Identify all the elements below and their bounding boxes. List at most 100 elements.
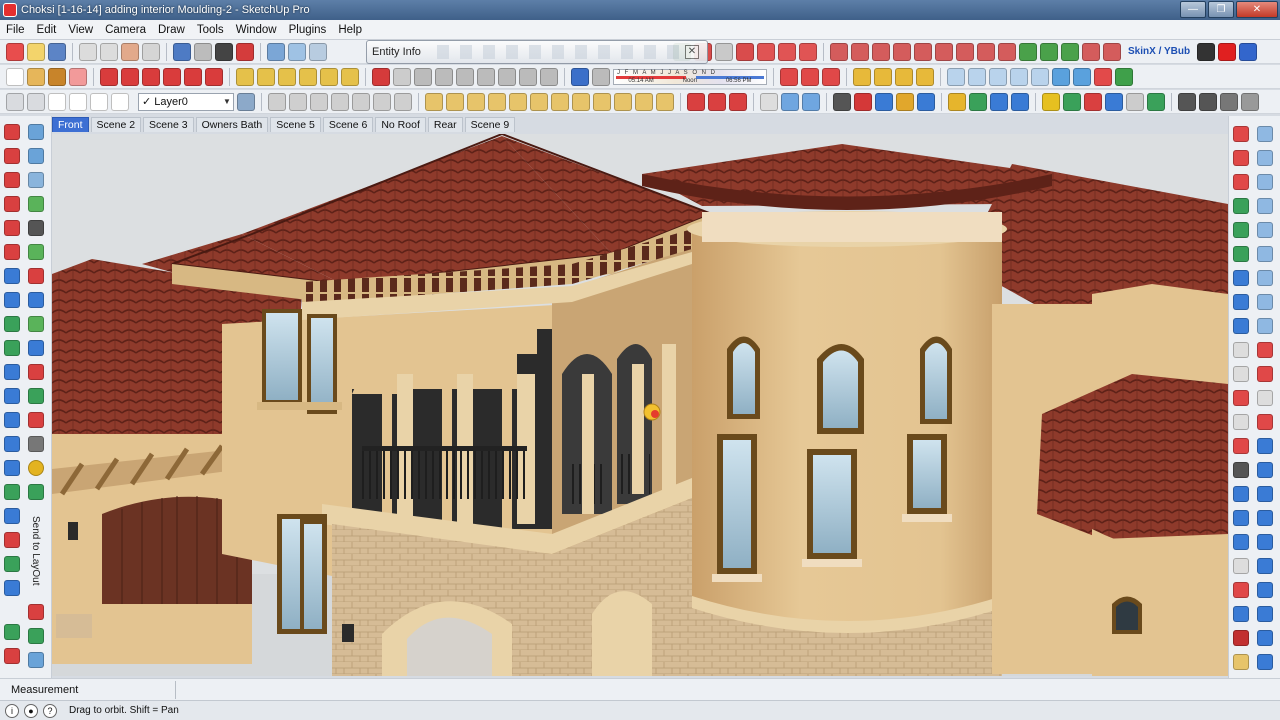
xray-icon[interactable] [268, 92, 286, 111]
move-icon[interactable] [100, 67, 118, 86]
component-a-icon[interactable] [853, 67, 871, 86]
large-tool-l-icon[interactable] [28, 388, 44, 404]
right-tool-27-icon[interactable] [1233, 438, 1249, 454]
right-tool-31-icon[interactable] [1233, 486, 1249, 502]
plugin-c-icon[interactable] [872, 42, 890, 61]
camera-a-icon[interactable] [781, 92, 799, 111]
cube-red-icon[interactable] [757, 42, 775, 61]
curve-o-icon[interactable] [4, 624, 20, 640]
front-view-icon[interactable] [48, 92, 66, 111]
tab-scene-9[interactable]: Scene 9 [464, 117, 516, 132]
large-tool-e-icon[interactable] [28, 220, 44, 236]
circle-icon[interactable] [4, 220, 20, 236]
warehouse-a-icon[interactable] [948, 92, 966, 111]
record-icon[interactable] [1218, 42, 1237, 61]
rotate-icon[interactable] [142, 67, 160, 86]
right-tool-43-icon[interactable] [1233, 630, 1249, 646]
look-around-icon[interactable] [519, 67, 537, 86]
pie-icon[interactable] [4, 196, 20, 212]
sandbox-g-icon[interactable] [551, 92, 569, 111]
sandbox-k-icon[interactable] [635, 92, 653, 111]
close-window-button[interactable]: ✕ [1236, 1, 1278, 18]
right-tool-13-icon[interactable] [1233, 270, 1249, 286]
menu-draw[interactable]: Draw [152, 24, 191, 36]
help-circle-icon[interactable] [1239, 42, 1258, 61]
curve-a-icon[interactable] [4, 268, 20, 284]
tab-owners-bath[interactable]: Owners Bath [195, 117, 269, 132]
large-tool-m-icon[interactable] [28, 412, 44, 428]
plugin-dark3-icon[interactable] [1220, 92, 1238, 111]
right-tool-2-icon[interactable] [1257, 126, 1273, 142]
print-icon[interactable] [215, 42, 233, 61]
large-tool-o-icon[interactable] [28, 460, 44, 476]
maximize-button[interactable]: ❐ [1208, 1, 1234, 18]
entity-info-panel[interactable]: Entity Info ✕ [366, 40, 708, 64]
large-tool-k-icon[interactable] [28, 364, 44, 380]
tool-c-icon[interactable] [989, 67, 1007, 86]
right-tool-19-icon[interactable] [1233, 342, 1249, 358]
plugin-f-icon[interactable] [935, 42, 953, 61]
plugin-red3-icon[interactable] [1084, 92, 1102, 111]
large-tool-n-icon[interactable] [28, 436, 44, 452]
right-tool-5-icon[interactable] [1233, 174, 1249, 190]
plugin-n-icon[interactable] [1103, 42, 1121, 61]
zoom-extents-icon[interactable] [456, 67, 474, 86]
right-tool-16-icon[interactable] [1257, 294, 1273, 310]
zoom-window-icon[interactable] [435, 67, 453, 86]
previous-view-icon[interactable] [477, 67, 495, 86]
right-tool-10-icon[interactable] [1257, 222, 1273, 238]
plugin-m-icon[interactable] [1082, 42, 1100, 61]
right-tool-26-icon[interactable] [1257, 414, 1273, 430]
right-tool-41-icon[interactable] [1233, 606, 1249, 622]
sandbox-c-icon[interactable] [467, 92, 485, 111]
plugin-red2-icon[interactable] [736, 42, 754, 61]
menu-view[interactable]: View [62, 24, 99, 36]
menu-window[interactable]: Window [230, 24, 283, 36]
info-icon[interactable]: i [5, 703, 19, 718]
dimension-icon[interactable] [257, 67, 275, 86]
scale-icon[interactable] [184, 67, 202, 86]
curve-k-icon[interactable] [4, 508, 20, 524]
menu-edit[interactable]: Edit [31, 24, 63, 36]
right-tool-1-icon[interactable] [1233, 126, 1249, 142]
right-tool-23-icon[interactable] [1233, 390, 1249, 406]
paste-icon[interactable] [121, 42, 139, 61]
erase-icon[interactable] [142, 42, 160, 61]
right-tool-40-icon[interactable] [1257, 582, 1273, 598]
sandbox-i-icon[interactable] [593, 92, 611, 111]
skinx-plugin-label[interactable]: SkinX / YBub [1128, 46, 1190, 57]
menu-help[interactable]: Help [332, 24, 368, 36]
curve-d-icon[interactable] [4, 340, 20, 356]
position-camera-icon[interactable] [498, 67, 516, 86]
right-tool-28-icon[interactable] [1257, 438, 1273, 454]
right-tool-37-icon[interactable] [1233, 558, 1249, 574]
tape-measure-icon[interactable] [236, 67, 254, 86]
tab-scene-5[interactable]: Scene 5 [270, 117, 321, 132]
plugin-a-icon[interactable] [830, 42, 848, 61]
sandbox-b-icon[interactable] [446, 92, 464, 111]
camera-b-icon[interactable] [802, 92, 820, 111]
shaded-icon[interactable] [352, 92, 370, 111]
copy-icon[interactable] [100, 42, 118, 61]
section-cut-icon[interactable] [309, 42, 327, 61]
curve-n-icon[interactable] [4, 580, 20, 596]
triangle-tool-icon[interactable] [28, 628, 44, 644]
right-tool-18-icon[interactable] [1257, 318, 1273, 334]
plugin-d-icon[interactable] [893, 42, 911, 61]
menu-file[interactable]: File [0, 24, 31, 36]
right-tool-14-icon[interactable] [1257, 270, 1273, 286]
plugin-e-icon[interactable] [914, 42, 932, 61]
menu-tools[interactable]: Tools [191, 24, 230, 36]
plugin-grey-icon[interactable] [715, 42, 733, 61]
monitor-icon[interactable] [917, 92, 935, 111]
shadow-time-slider[interactable]: J F M A M J J A S O N D 05:14 AM Noon 06… [613, 68, 767, 85]
cube-red3-icon[interactable] [799, 42, 817, 61]
right-tool-9-icon[interactable] [1233, 222, 1249, 238]
line-tool-icon[interactable] [4, 124, 20, 140]
large-tool-f-icon[interactable] [28, 244, 44, 260]
follow-me-icon[interactable] [163, 67, 181, 86]
freehand-icon[interactable] [4, 148, 20, 164]
right-tool-6-icon[interactable] [1257, 174, 1273, 190]
section-tool-icon[interactable] [760, 92, 778, 111]
tool-d-icon[interactable] [1010, 67, 1028, 86]
